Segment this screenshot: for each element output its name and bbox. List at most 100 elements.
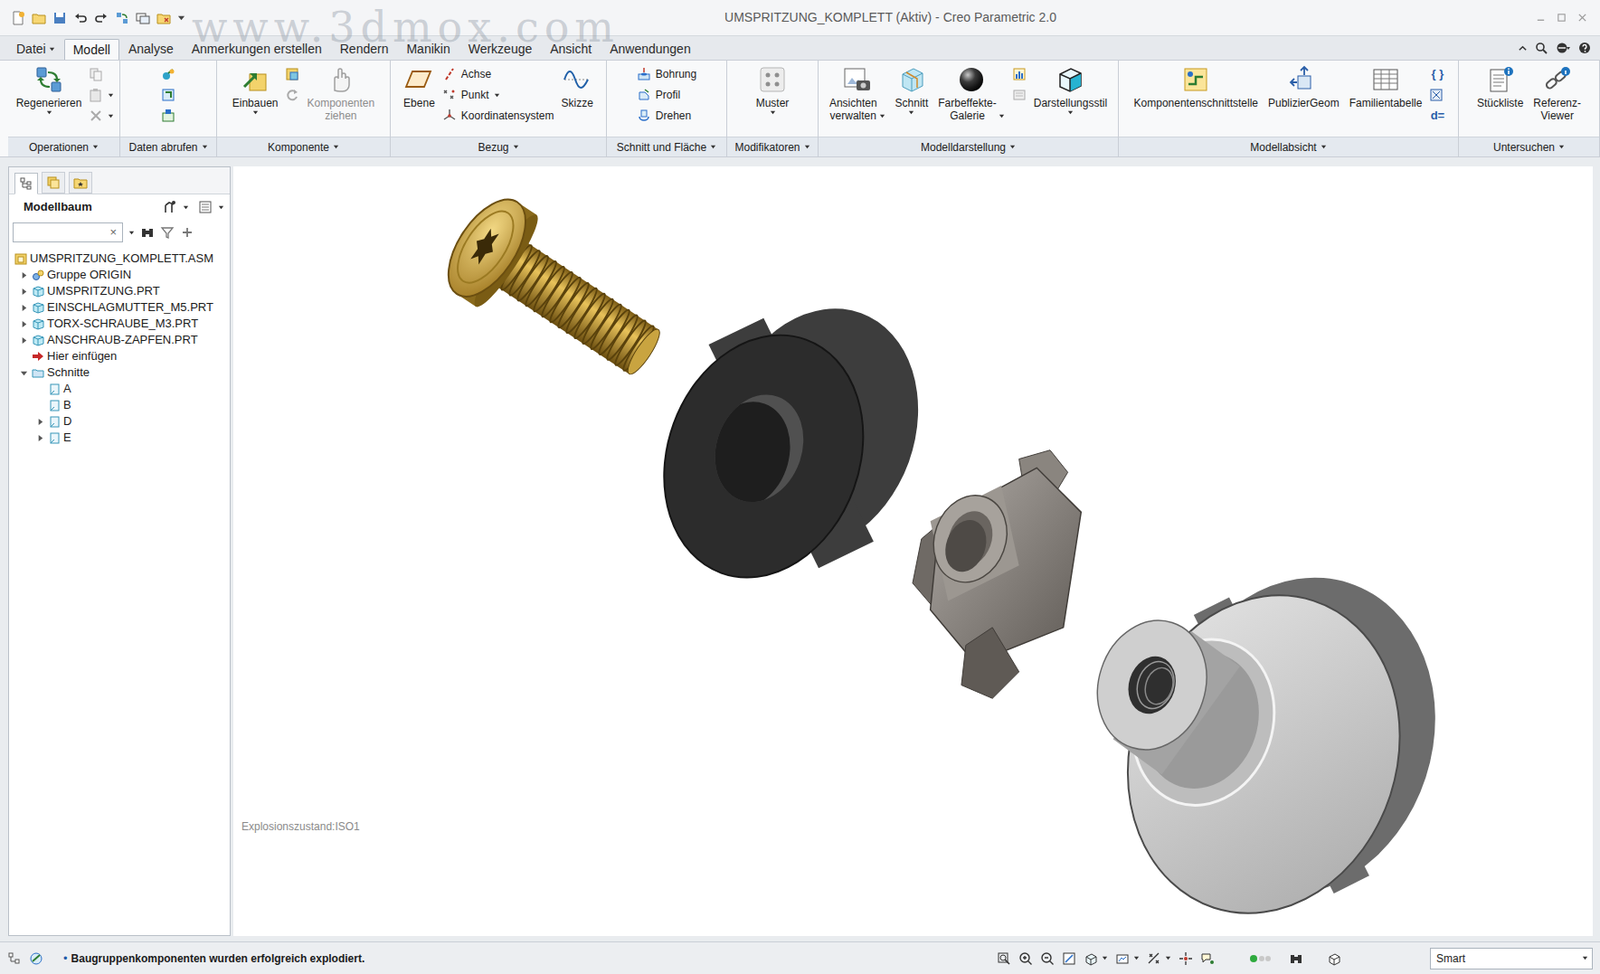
dropdown-arrow-icon[interactable] bbox=[493, 92, 501, 99]
ribbon-button[interactable]: Stückliste bbox=[1474, 64, 1526, 110]
dropdown-arrow-icon[interactable] bbox=[769, 109, 777, 119]
panel-tab[interactable] bbox=[41, 171, 66, 194]
point-icon[interactable] bbox=[442, 87, 457, 103]
menu-tab[interactable]: Anmerkungen erstellen bbox=[182, 37, 332, 60]
ribbon-small-button[interactable] bbox=[160, 107, 176, 124]
tree-item[interactable]: A bbox=[9, 380, 230, 398]
ribbon-group-label[interactable]: Operationen bbox=[8, 136, 120, 157]
ribbon-button-label[interactable]: Ansichten verwalten bbox=[829, 96, 878, 123]
regenerate-small-icon[interactable] bbox=[114, 10, 130, 26]
dropdown-arrow-icon[interactable] bbox=[1581, 955, 1589, 962]
ribbon-group-title[interactable]: Modifikatoren bbox=[734, 139, 800, 156]
ribbon-button[interactable]: PublizierGeom bbox=[1265, 64, 1343, 110]
dropdown-arrow-icon[interactable] bbox=[217, 204, 225, 211]
bill-of-materials-icon[interactable] bbox=[1486, 65, 1515, 95]
open-icon[interactable] bbox=[31, 10, 47, 26]
model-viewport[interactable]: Explosionszustand:ISO1 bbox=[233, 166, 1593, 937]
display-style-icon[interactable] bbox=[1055, 65, 1085, 95]
menu-tab-label[interactable]: Datei bbox=[16, 39, 47, 59]
dropdown-arrow-icon[interactable] bbox=[1133, 955, 1140, 962]
toggle-navigator-icon[interactable] bbox=[7, 951, 22, 966]
dropdown-arrow-icon[interactable] bbox=[46, 109, 53, 119]
section-icon[interactable] bbox=[897, 65, 927, 95]
spin-center-icon[interactable] bbox=[1178, 951, 1193, 966]
regenerate-icon[interactable] bbox=[34, 65, 64, 95]
ribbon-arrow-row[interactable] bbox=[769, 109, 777, 119]
menu-tab-label[interactable]: Ansicht bbox=[549, 39, 592, 59]
search-icon[interactable] bbox=[1534, 41, 1548, 55]
selection-filter-dropdown[interactable]: Smart bbox=[1429, 947, 1593, 970]
model-tree-tab-icon[interactable] bbox=[18, 176, 34, 191]
tree-expander[interactable] bbox=[34, 432, 46, 444]
assemble-icon[interactable] bbox=[240, 65, 270, 95]
menu-tab[interactable]: Analyse bbox=[119, 37, 183, 60]
ribbon-button-label-row[interactable]: Ebene bbox=[403, 96, 436, 110]
tree-expander[interactable] bbox=[18, 269, 29, 281]
annotation-display-icon[interactable] bbox=[1200, 951, 1215, 966]
menu-tab[interactable]: Manikin bbox=[397, 37, 459, 60]
ribbon-button-label[interactable]: Familientabelle bbox=[1349, 96, 1423, 110]
ribbon-group-title[interactable]: Komponente bbox=[267, 139, 330, 156]
ribbon-group-title[interactable]: Bezug bbox=[477, 139, 509, 156]
ribbon-small-button[interactable] bbox=[1429, 86, 1446, 104]
ribbon-arrow-row[interactable] bbox=[252, 109, 259, 119]
tree-expander[interactable] bbox=[34, 416, 46, 427]
ribbon-small-button-label[interactable]: Drehen bbox=[655, 107, 692, 124]
dropdown-arrow-icon[interactable] bbox=[1067, 109, 1074, 119]
tree-item-label[interactable]: UMSPRITZUNG.PRT bbox=[47, 284, 161, 299]
dropdown-arrow-icon[interactable] bbox=[1101, 955, 1108, 962]
ribbon-group-label[interactable]: Daten abrufen bbox=[120, 136, 217, 157]
tree-item[interactable]: UMSPRITZUNG_KOMPLETT.ASM bbox=[9, 250, 230, 267]
tree-item-label[interactable]: Gruppe ORIGIN bbox=[47, 267, 132, 283]
profile-icon[interactable] bbox=[636, 87, 652, 103]
ribbon-button-label[interactable]: Komponentenschnittstelle bbox=[1134, 96, 1259, 110]
favorites-tab-icon[interactable] bbox=[73, 175, 88, 190]
ribbon-button[interactable]: Schnitt bbox=[892, 64, 932, 119]
ribbon-small-button[interactable]: { } bbox=[1429, 66, 1446, 83]
family-table-icon[interactable] bbox=[1371, 65, 1401, 95]
tree-item-label[interactable]: E bbox=[63, 430, 72, 445]
view-orient-icon[interactable] bbox=[1083, 951, 1099, 966]
panel-tab[interactable] bbox=[14, 172, 38, 195]
ribbon-small-button[interactable] bbox=[160, 86, 176, 104]
ribbon-button-label-row[interactable]: Skizze bbox=[561, 96, 594, 110]
publish-geom-icon[interactable] bbox=[1288, 65, 1318, 95]
ribbon-button-label[interactable]: Einbauen bbox=[232, 96, 279, 110]
pattern-icon[interactable] bbox=[757, 65, 787, 95]
minimize-icon[interactable] bbox=[1535, 12, 1546, 23]
ribbon-group-title[interactable]: Modelldarstellung bbox=[920, 139, 1006, 156]
dropdown-arrow-icon[interactable] bbox=[128, 229, 135, 237]
dropdown-arrow-icon[interactable] bbox=[48, 46, 56, 53]
dropdown-arrow-icon[interactable] bbox=[201, 143, 209, 151]
ribbon-button-label-row[interactable]: Stückliste bbox=[1476, 96, 1524, 110]
dropdown-arrow-icon[interactable] bbox=[1009, 143, 1016, 151]
ribbon-group-title[interactable]: Operationen bbox=[28, 139, 89, 156]
ribbon-button-label[interactable]: Stückliste bbox=[1476, 96, 1524, 110]
ribbon-button-label-row[interactable]: Ansichten verwalten bbox=[829, 96, 886, 123]
tree-item[interactable]: B bbox=[9, 397, 230, 414]
ribbon-small-button[interactable]: Profil bbox=[636, 86, 697, 104]
dropdown-arrow-icon[interactable] bbox=[92, 143, 99, 151]
dropdown-arrow-icon[interactable] bbox=[332, 143, 340, 151]
dropdown-arrow-icon[interactable] bbox=[1320, 143, 1327, 151]
find-binoculars-icon[interactable] bbox=[1288, 951, 1304, 966]
dropdown-arrow-icon[interactable] bbox=[182, 204, 190, 211]
menu-tab-label[interactable]: Analyse bbox=[128, 39, 174, 59]
ribbon-small-button[interactable]: Punkt bbox=[442, 86, 555, 104]
tree-item[interactable]: Gruppe ORIGIN bbox=[9, 266, 230, 284]
add-column-icon[interactable] bbox=[179, 225, 195, 240]
tree-item[interactable]: TORX-SCHRAUBE_M3.PRT bbox=[9, 315, 230, 332]
ribbon-small-button[interactable]: Achse bbox=[442, 66, 555, 83]
close-icon[interactable] bbox=[1577, 12, 1588, 23]
undo-icon[interactable] bbox=[73, 10, 88, 26]
dropdown-arrow-icon[interactable] bbox=[512, 143, 520, 151]
ribbon-small-button-label[interactable]: Profil bbox=[655, 86, 681, 104]
dropdown-arrow-icon[interactable] bbox=[107, 113, 114, 120]
torx-screw-part[interactable] bbox=[433, 186, 681, 402]
coordinate-system-icon[interactable] bbox=[442, 108, 457, 124]
chart-icon[interactable] bbox=[1012, 66, 1027, 82]
dropdown-arrow-icon[interactable] bbox=[107, 92, 114, 99]
ribbon-button[interactable]: Einbauen bbox=[229, 64, 282, 119]
ribbon-button[interactable]: Referenz- Viewer bbox=[1530, 64, 1584, 123]
ribbon-small-button[interactable]: Drehen bbox=[636, 107, 697, 124]
